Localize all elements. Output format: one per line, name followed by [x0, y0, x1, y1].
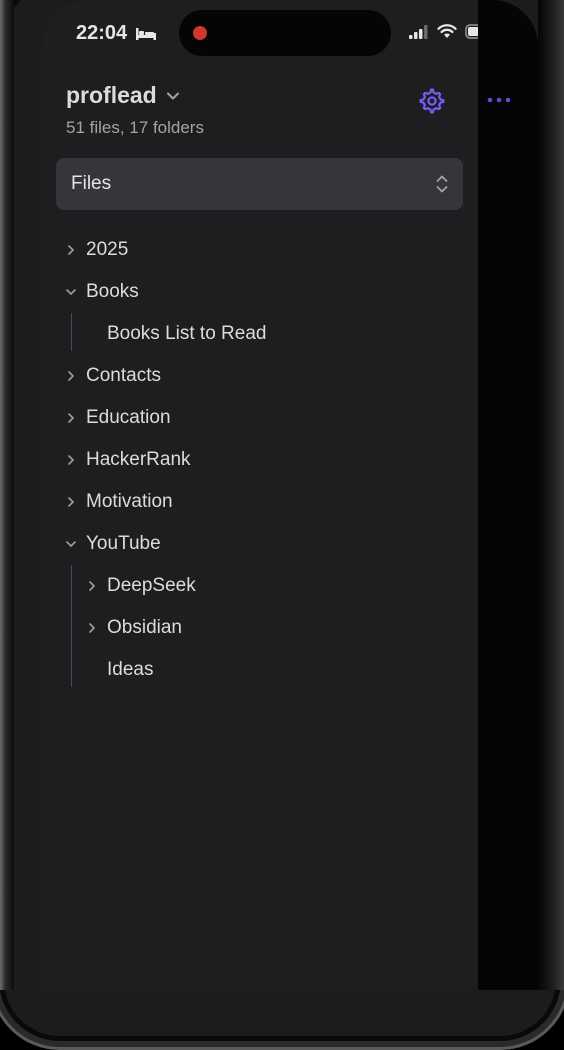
view-selector-label: Files — [71, 173, 112, 194]
chevron-right-icon[interactable] — [85, 579, 99, 593]
indent-guide — [71, 313, 72, 351]
view-selector[interactable]: Files — [56, 158, 463, 210]
chevron-down-icon[interactable] — [64, 537, 78, 551]
chevron-down-icon[interactable] — [64, 285, 78, 299]
tree-item-label: HackerRank — [86, 449, 191, 470]
chevron-right-icon[interactable] — [64, 243, 78, 257]
tree-item-label: Ideas — [107, 659, 154, 680]
tree-item-label: YouTube — [86, 533, 161, 554]
chevron-down-icon — [166, 92, 179, 99]
tree-folder-row[interactable]: Obsidian — [41, 607, 478, 649]
more-options-button[interactable] — [484, 90, 514, 110]
tree-folder-row[interactable]: Motivation — [41, 481, 478, 523]
tree-folder-row[interactable]: DeepSeek — [41, 565, 478, 607]
chevron-right-icon[interactable] — [64, 495, 78, 509]
tree-item-label: 2025 — [86, 239, 129, 260]
dynamic-island — [179, 10, 391, 56]
status-time-text: 22:04 — [76, 22, 128, 44]
file-explorer-sidebar: 22:04 proflead 51 files, 17 folders File… — [41, 0, 494, 990]
cellular-signal-icon — [409, 24, 428, 39]
up-down-chevron-icon — [436, 175, 448, 193]
vault-name: proflead — [66, 82, 157, 108]
tree-folder-row[interactable]: 2025 — [41, 229, 478, 271]
more-horizontal-icon — [487, 97, 511, 103]
chevron-right-icon[interactable] — [64, 453, 78, 467]
tree-file-row[interactable]: Ideas — [41, 649, 478, 691]
tree-folder-row[interactable]: Education — [41, 397, 478, 439]
status-bar-time: 22:04 — [76, 22, 157, 45]
chevron-right-icon[interactable] — [64, 411, 78, 425]
vault-stats: 51 files, 17 folders — [66, 118, 204, 137]
file-tree: 2025 Books Books List to Read Contacts Educa… — [41, 229, 478, 691]
tree-item-label: Contacts — [86, 365, 161, 386]
tree-folder-row[interactable]: Books — [41, 271, 478, 313]
editor-pane — [478, 0, 538, 990]
gear-icon — [419, 88, 445, 114]
tree-item-label: DeepSeek — [107, 575, 196, 596]
bed-icon — [136, 27, 157, 40]
tree-file-row[interactable]: Books List to Read — [41, 313, 478, 355]
phone-edge-right — [538, 0, 564, 990]
settings-button[interactable] — [415, 84, 449, 118]
phone-edge-left — [0, 0, 14, 990]
chevron-right-icon[interactable] — [64, 369, 78, 383]
tree-folder-row[interactable]: YouTube — [41, 523, 478, 565]
indent-guide — [71, 565, 72, 687]
tree-item-label: Books — [86, 281, 139, 302]
tree-item-label: Motivation — [86, 491, 173, 512]
tree-item-label: Books List to Read — [107, 323, 267, 344]
tree-item-label: Education — [86, 407, 171, 428]
phone-screen: 22:04 proflead 51 files, 17 folders File… — [41, 0, 538, 990]
recording-dot-icon — [193, 26, 207, 40]
wifi-icon — [437, 24, 457, 38]
tree-folder-row[interactable]: Contacts — [41, 355, 478, 397]
vault-switcher[interactable]: proflead — [66, 82, 181, 109]
tree-folder-row[interactable]: HackerRank — [41, 439, 478, 481]
tree-item-label: Obsidian — [107, 617, 182, 638]
chevron-right-icon[interactable] — [85, 621, 99, 635]
